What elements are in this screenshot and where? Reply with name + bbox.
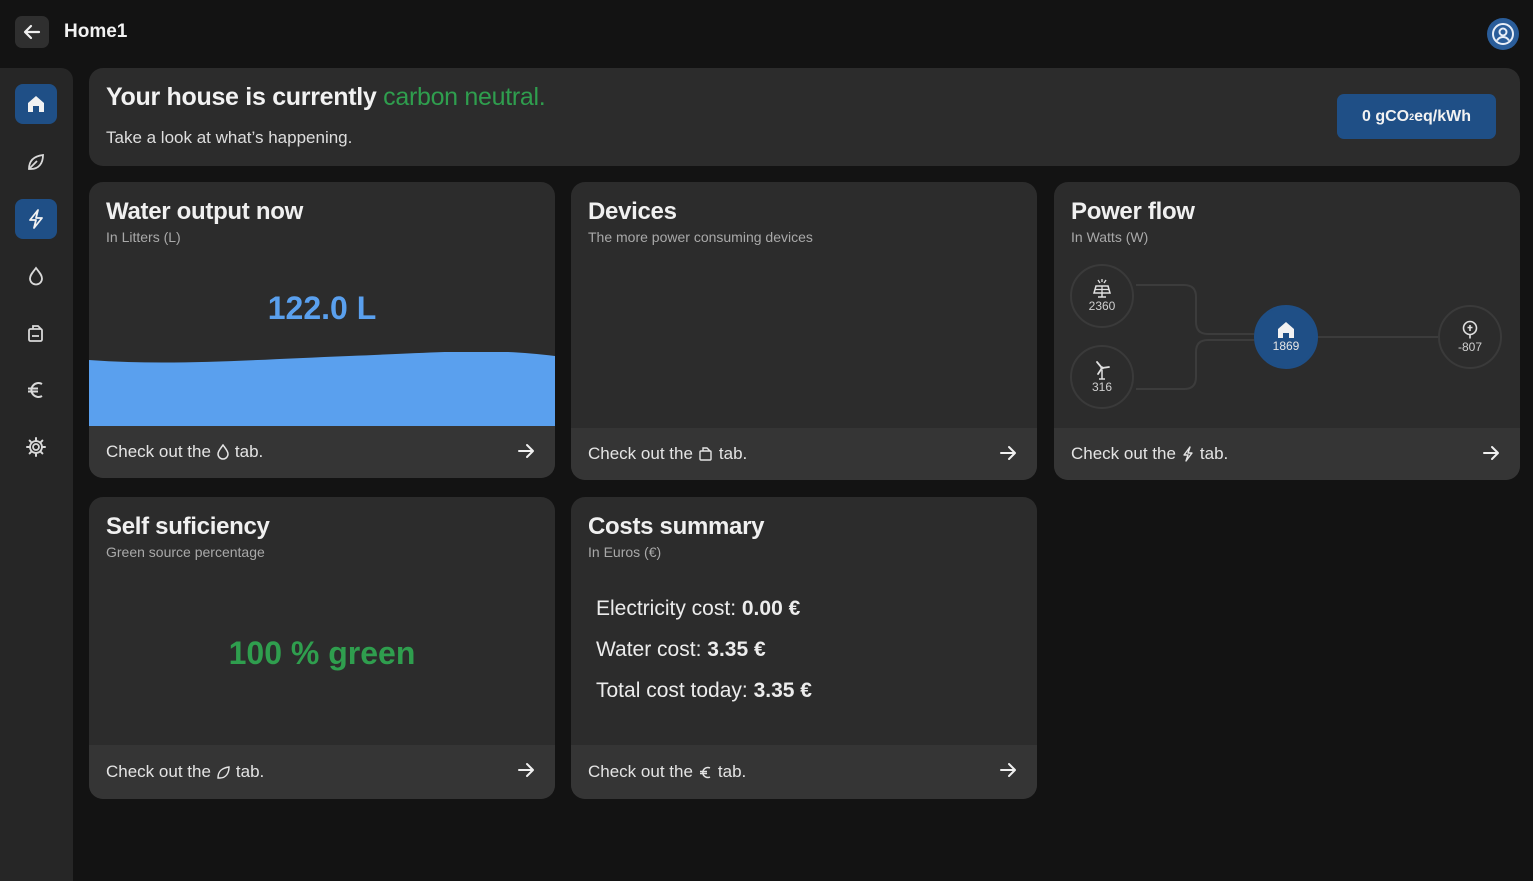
appliance-icon: [28, 325, 43, 342]
leaf-icon: [28, 153, 44, 170]
sidebar-item-green[interactable]: [15, 142, 57, 182]
water-drop-icon: [217, 444, 229, 460]
banner-subtitle: Take a look at what’s happening.: [106, 128, 353, 147]
footer-text-suffix: tab.: [1199, 444, 1229, 463]
sidebar-item-settings[interactable]: [15, 427, 57, 467]
appliance-icon: [699, 447, 712, 461]
arrow-right-icon[interactable]: [998, 760, 1018, 780]
water-card: Water output now In Litters (L) 122.0 L …: [89, 182, 555, 478]
footer-text: Check out the: [588, 444, 693, 463]
account-circle-icon: [1492, 23, 1514, 45]
electricity-cost-line: Electricity cost: 0.00 €: [596, 597, 800, 621]
cost-label: Water cost:: [596, 638, 702, 661]
water-drop-icon: [29, 266, 43, 286]
lightning-icon: [29, 209, 43, 229]
card-title: Water output now: [106, 198, 303, 225]
green-percentage-value: 100 % green: [228, 635, 416, 671]
self-sufficiency-card: Self suficiency Green source percentage …: [89, 497, 555, 799]
costs-card-footer[interactable]: Check out the tab.: [571, 745, 1037, 799]
arrow-right-icon[interactable]: [516, 760, 536, 780]
carbon-status: carbon neutral.: [383, 83, 546, 111]
page-title: Home1: [64, 21, 128, 42]
solar-panel-icon: [1093, 279, 1111, 298]
carbon-unit: eq/kWh: [1414, 107, 1472, 125]
arrow-right-icon[interactable]: [998, 443, 1018, 463]
footer-text-suffix: tab.: [235, 762, 265, 781]
water-output-value: 122.0 L: [267, 290, 377, 326]
home-icon: [1278, 322, 1294, 338]
lightning-icon: [1183, 446, 1193, 462]
cost-value: 3.35 €: [707, 638, 766, 661]
sidebar-item-home[interactable]: [15, 84, 57, 124]
card-title: Self suficiency: [106, 513, 270, 540]
home-icon: [28, 96, 44, 112]
cost-label: Electricity cost:: [596, 597, 737, 620]
sidebar: [0, 68, 73, 881]
total-cost-line: Total cost today: 3.35 €: [596, 679, 812, 703]
footer-text-suffix: tab.: [718, 444, 748, 463]
home-value: 1869: [1272, 339, 1300, 353]
carbon-intensity-badge: 0 gCO 2 eq/kWh: [1337, 94, 1496, 139]
top-bar: Home1: [0, 0, 1533, 64]
wind-value: 316: [1091, 380, 1113, 394]
banner-title: Your house is currently carbon neutral.: [106, 83, 546, 112]
green-card-footer[interactable]: Check out the tab.: [89, 745, 555, 799]
card-subtitle: Green source percentage: [106, 544, 265, 560]
cost-value: 0.00 €: [741, 597, 801, 620]
account-button[interactable]: [1487, 18, 1519, 50]
carbon-value: 0 gCO: [1361, 107, 1410, 125]
euro-icon: [699, 766, 711, 778]
footer-text: Check out the: [588, 762, 693, 781]
wind-node: 316: [1070, 345, 1134, 409]
grid-node: -807: [1438, 305, 1502, 369]
solar-value: 2360: [1088, 299, 1116, 313]
solar-node: 2360: [1070, 264, 1134, 328]
arrow-right-icon[interactable]: [1481, 443, 1501, 463]
euro-icon: [28, 382, 43, 398]
gear-icon: [26, 437, 46, 457]
footer-text: Check out the: [1071, 444, 1176, 463]
sidebar-item-water[interactable]: [15, 256, 57, 296]
sidebar-item-devices[interactable]: [15, 313, 57, 353]
wind-turbine-icon: [1096, 361, 1110, 380]
leaf-icon: [217, 765, 230, 779]
footer-text: Check out the: [106, 762, 211, 781]
home-node: 1869: [1254, 305, 1318, 369]
arrow-left-icon: [23, 24, 41, 40]
back-button[interactable]: [15, 16, 49, 48]
devices-card-footer[interactable]: Check out the tab.: [571, 428, 1037, 480]
water-level-graphic: [89, 352, 555, 426]
card-title: Costs summary: [588, 513, 765, 540]
power-flow-card: Power flow In Watts (W) 2360 316 1869 -8…: [1054, 182, 1520, 480]
sidebar-item-power[interactable]: [15, 199, 57, 239]
card-title: Devices: [588, 198, 677, 225]
water-card-footer[interactable]: Check out the tab.: [89, 426, 555, 478]
transmission-tower-icon: [1462, 320, 1478, 339]
card-subtitle: In Litters (L): [106, 229, 181, 245]
footer-text-suffix: tab.: [717, 762, 747, 781]
cost-value: 3.35 €: [753, 679, 812, 702]
sidebar-item-costs[interactable]: [15, 370, 57, 410]
arrow-right-icon[interactable]: [516, 441, 536, 461]
cost-label: Total cost today:: [596, 679, 748, 702]
costs-card: Costs summary In Euros (€) Electricity c…: [571, 497, 1037, 799]
status-banner: Your house is currently carbon neutral. …: [89, 68, 1520, 166]
banner-title-text: Your house is currently: [106, 83, 384, 111]
power-card-footer[interactable]: Check out the tab.: [1054, 428, 1520, 480]
water-cost-line: Water cost: 3.35 €: [596, 638, 766, 662]
card-subtitle: The more power consuming devices: [588, 229, 813, 245]
footer-text-suffix: tab.: [234, 442, 264, 461]
devices-card: Devices The more power consuming devices…: [571, 182, 1037, 480]
card-subtitle: In Euros (€): [588, 544, 662, 560]
grid-value: -807: [1457, 340, 1483, 354]
footer-text: Check out the: [106, 442, 211, 461]
